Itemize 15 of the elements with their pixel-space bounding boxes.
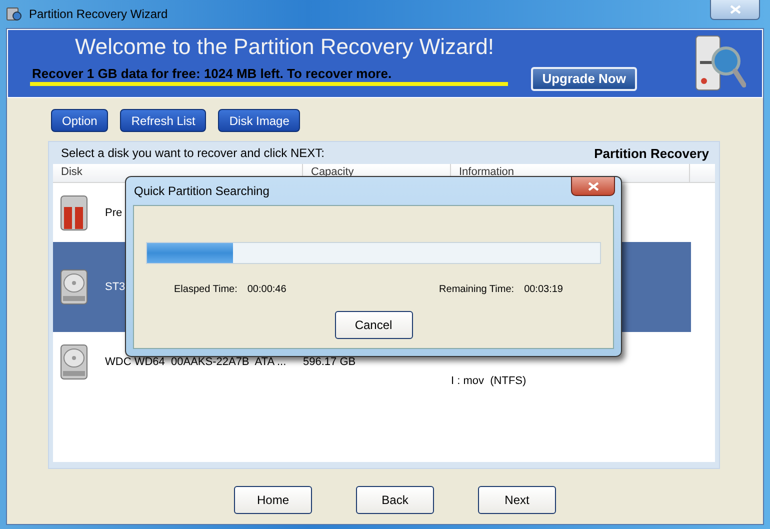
panel-title: Partition Recovery bbox=[594, 146, 709, 160]
disk-name: Pre bbox=[105, 206, 122, 218]
free-limit-notice: Recover 1 GB data for free: 1024 MB left. To recover more. bbox=[30, 60, 508, 86]
dialog-title: Quick Partition Searching bbox=[134, 184, 270, 198]
remaining-time: 00:03:19 bbox=[524, 284, 563, 295]
partition-info: I : mov (NTFS) bbox=[451, 375, 528, 389]
window-title: Partition Recovery Wizard bbox=[29, 6, 168, 20]
disk-name: WDC WD64 00AAKS-22A7B ATA ... bbox=[105, 356, 286, 368]
remaining-label: Remaining Time: bbox=[439, 284, 514, 295]
elapsed-time: 00:00:46 bbox=[247, 284, 286, 295]
disk-name: ST3 bbox=[105, 281, 126, 293]
disk-capacity: 596.17 GB bbox=[303, 356, 357, 368]
instruction-text: Select a disk you want to recover and click NEXT: bbox=[61, 146, 324, 160]
elapsed-label: Elasped Time: bbox=[174, 284, 238, 295]
welcome-heading: Welcome to the Partition Recovery Wizard! bbox=[74, 33, 495, 60]
